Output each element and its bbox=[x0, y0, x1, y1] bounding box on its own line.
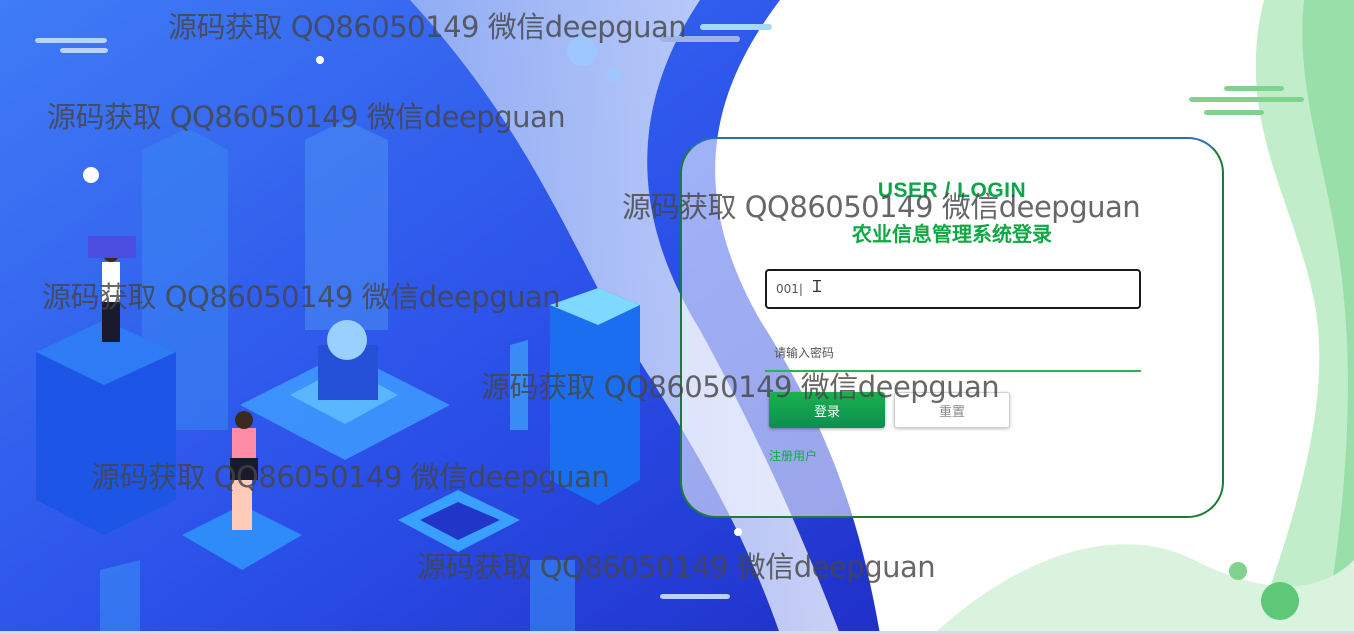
password-input[interactable] bbox=[765, 336, 1141, 372]
login-title-cn: 农业信息管理系统登录 bbox=[852, 222, 1052, 246]
login-card: USER / LOGIN 农业信息管理系统登录 Ｉ 登录 重置 注册用户 bbox=[680, 137, 1224, 518]
login-title-en: USER / LOGIN bbox=[877, 179, 1027, 202]
register-link[interactable]: 注册用户 bbox=[769, 447, 817, 464]
reset-button[interactable]: 重置 bbox=[894, 392, 1010, 428]
login-button[interactable]: 登录 bbox=[769, 392, 885, 428]
text-cursor-icon: Ｉ bbox=[809, 277, 826, 296]
